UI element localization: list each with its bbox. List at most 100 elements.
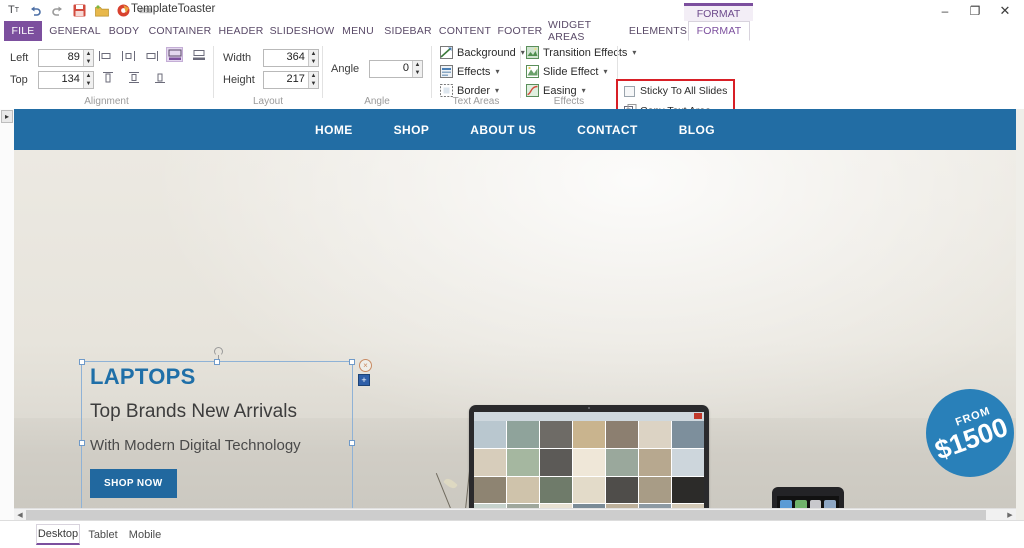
sticky-to-all-slides-row[interactable]: Sticky To All Slides <box>624 85 727 97</box>
tab-elements[interactable]: ELEMENTS <box>629 21 687 41</box>
border-label: Border <box>457 84 491 97</box>
tab-header[interactable]: HEADER <box>215 21 267 41</box>
delete-text-area-button[interactable]: × <box>359 359 372 372</box>
chevron-down-icon[interactable]: ▾ <box>603 67 607 76</box>
nav-item-blog[interactable]: BLOG <box>679 123 715 137</box>
ribbon-group-alignment: Left 89 ▲ ▼ Top 134 ▲ ▼ Alignment <box>0 41 213 109</box>
selected-text-area[interactable]: LAPTOPS Top Brands New Arrivals With Mod… <box>79 359 355 520</box>
align-middle-icon[interactable] <box>166 47 183 62</box>
ribbon-group-text-areas: Background ▾ Effects ▾ Border ▾ Text Are… <box>432 41 525 109</box>
chevron-down-icon[interactable]: ▾ <box>495 67 499 76</box>
device-tab-desktop[interactable]: Desktop <box>36 524 80 545</box>
hero-tagline: With Modern Digital Technology <box>90 437 301 454</box>
minimize-button[interactable]: – <box>930 1 960 21</box>
scroll-left-icon[interactable]: ◀ <box>14 509 26 520</box>
tab-container[interactable]: CONTAINER <box>148 21 212 41</box>
tab-body[interactable]: BODY <box>104 21 144 41</box>
save-icon[interactable] <box>72 3 87 18</box>
transition-effects-menu-item[interactable]: Transition Effects ▾ <box>526 46 636 59</box>
angle-spinner-arrows[interactable]: ▲ ▼ <box>412 61 422 77</box>
angle-spinner[interactable]: 0 ▲ ▼ <box>369 60 423 78</box>
align-right-icon[interactable] <box>143 48 160 63</box>
resize-handle-ne[interactable] <box>349 359 355 365</box>
undo-icon[interactable] <box>28 3 43 18</box>
width-spinner[interactable]: 364 ▲ ▼ <box>263 49 319 67</box>
ribbon-group-layout: Width 364 ▲ ▼ Height 217 ▲ ▼ Layout <box>214 41 322 109</box>
expand-panel-icon[interactable]: ▸ <box>1 110 13 123</box>
add-text-area-button[interactable]: + <box>358 374 370 386</box>
resize-handle-nw[interactable] <box>79 359 85 365</box>
background-label: Background <box>457 46 516 59</box>
height-spinner[interactable]: 217 ▲ ▼ <box>263 71 319 89</box>
top-spinner-arrows[interactable]: ▲ ▼ <box>82 72 93 88</box>
slide-effect-icon <box>526 65 539 78</box>
nav-item-home[interactable]: HOME <box>315 123 353 137</box>
left-value[interactable]: 89 <box>39 50 83 66</box>
tab-format[interactable]: FORMAT <box>688 21 750 41</box>
tab-widget-areas[interactable]: WIDGET AREAS <box>548 19 628 43</box>
alignment-group-label: Alignment <box>84 96 129 107</box>
left-spinner-arrows[interactable]: ▲ ▼ <box>82 50 93 66</box>
align-vertical-center-icon[interactable] <box>125 70 142 85</box>
restore-button[interactable]: ❐ <box>960 1 990 21</box>
laptop-display <box>474 412 704 520</box>
chevron-down-icon[interactable]: ▾ <box>582 86 586 95</box>
tab-menu[interactable]: MENU <box>338 21 378 41</box>
shop-now-button[interactable]: SHOP NOW <box>90 469 177 498</box>
app-title: TemplateToaster <box>131 3 216 15</box>
left-label: Left <box>10 52 29 64</box>
tab-content[interactable]: CONTENT <box>438 21 492 41</box>
resize-handle-w[interactable] <box>79 439 85 446</box>
scrollbar-thumb[interactable] <box>26 510 986 520</box>
left-spinner[interactable]: 89 ▲ ▼ <box>38 49 94 67</box>
align-bottom-edge-icon[interactable] <box>151 70 168 85</box>
close-button[interactable]: ✕ <box>990 1 1020 21</box>
chevron-down-icon[interactable]: ▾ <box>632 48 636 57</box>
background-menu-item[interactable]: Background ▾ <box>440 46 525 59</box>
angle-value[interactable]: 0 <box>370 61 412 77</box>
window-controls: – ❐ ✕ <box>930 0 1020 21</box>
top-value[interactable]: 134 <box>39 72 83 88</box>
height-spinner-arrows[interactable]: ▲ ▼ <box>307 72 318 88</box>
top-spinner[interactable]: 134 ▲ ▼ <box>38 71 94 89</box>
scroll-right-icon[interactable]: ▶ <box>1004 509 1016 520</box>
status-bar: Desktop Tablet Mobile <box>0 520 1024 548</box>
ribbon-group-effects: Transition Effects ▾ Slide Effect ▾ Easi… <box>521 41 636 109</box>
width-field-row: Width 364 ▲ ▼ <box>223 49 319 67</box>
chevron-down-icon[interactable]: ▾ <box>495 86 499 95</box>
width-value[interactable]: 364 <box>264 50 308 66</box>
effects-group-label: Effects <box>553 96 585 107</box>
device-tab-tablet[interactable]: Tablet <box>84 524 122 545</box>
tab-general[interactable]: GENERAL <box>48 21 102 41</box>
horizontal-scrollbar[interactable]: ◀ ▶ <box>14 508 1016 520</box>
device-tab-mobile[interactable]: Mobile <box>124 524 166 545</box>
nav-item-shop[interactable]: SHOP <box>394 123 430 137</box>
tab-slideshow[interactable]: SLIDESHOW <box>270 21 335 41</box>
tab-sidebar[interactable]: SIDEBAR <box>382 21 434 41</box>
tab-file[interactable]: FILE <box>4 21 42 41</box>
slide-effect-menu-item[interactable]: Slide Effect ▾ <box>526 65 607 78</box>
nav-item-about-us[interactable]: ABOUT US <box>470 123 536 137</box>
sticky-to-all-slides-checkbox[interactable] <box>624 85 635 97</box>
nav-items: HOME SHOP ABOUT US CONTACT BLOG <box>14 109 1016 150</box>
nav-item-contact[interactable]: CONTACT <box>577 123 638 137</box>
effects-label: Effects <box>457 65 491 78</box>
align-left-icon[interactable] <box>97 48 114 63</box>
width-spinner-arrows[interactable]: ▲ ▼ <box>307 50 318 66</box>
align-top-edge-icon[interactable] <box>99 70 116 85</box>
ribbon-group-angle: Angle 0 ▲ ▼ Angle <box>323 41 431 109</box>
resize-handle-e[interactable] <box>349 439 355 446</box>
align-bottom-icon[interactable] <box>190 47 207 62</box>
resize-handle-n[interactable] <box>214 359 220 365</box>
price-badge-content: FROM $1500 <box>928 402 1012 465</box>
effects-menu-item[interactable]: Effects ▾ <box>440 65 499 78</box>
text-tool-icon[interactable]: TT <box>6 3 21 18</box>
align-center-icon[interactable] <box>120 48 137 63</box>
hero-subheading: Top Brands New Arrivals <box>90 401 297 422</box>
browser-preview-icon[interactable] <box>116 3 131 18</box>
tab-footer[interactable]: FOOTER <box>496 21 544 41</box>
height-value[interactable]: 217 <box>264 72 308 88</box>
laptop-camera <box>588 407 590 409</box>
folder-icon[interactable] <box>94 3 109 18</box>
redo-icon[interactable] <box>50 3 65 18</box>
